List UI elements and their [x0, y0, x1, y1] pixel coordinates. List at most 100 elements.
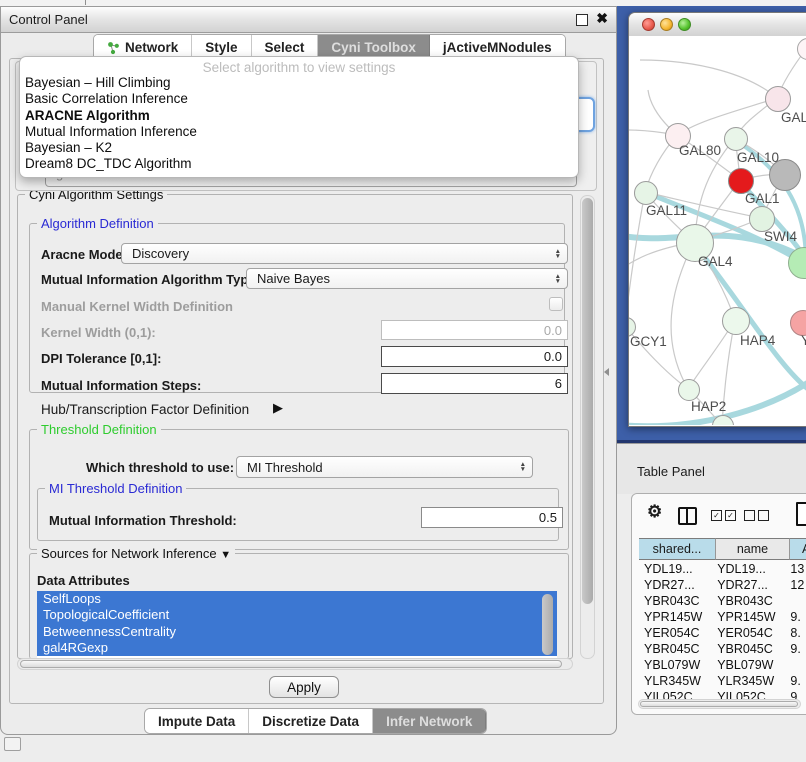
node-label: GCY1 — [630, 334, 667, 349]
mi-threshold-label: Mutual Information Threshold: — [49, 513, 237, 528]
mi-threshold-title: MI Threshold Definition — [45, 482, 186, 495]
node-label: GAL4 — [698, 254, 733, 269]
network-view-window: GALGAL80GAL10GAL1GAL11SWI4GAL4GCY1HAP4YH… — [628, 12, 806, 427]
table-body: YDL19...YDL19...13YDR27...YDR27...12YBR0… — [639, 561, 806, 705]
node-label: GAL80 — [679, 143, 721, 158]
which-threshold-value: MI Threshold — [247, 460, 323, 475]
manual-kernel-checkbox[interactable] — [549, 297, 563, 311]
table-row[interactable]: YBR045CYBR045C9. — [639, 641, 806, 657]
apply-button-label: Apply — [287, 680, 321, 695]
control-panel-titlebar[interactable]: Control Panel ✖ — [1, 7, 616, 33]
mi-threshold-input[interactable]: 0.5 — [421, 507, 563, 528]
tab-label: Select — [265, 40, 305, 55]
document-icon[interactable] — [796, 502, 806, 526]
sources-group-title: Sources for Network Inference ▼ — [37, 547, 235, 562]
zoom-button[interactable] — [678, 18, 691, 31]
float-window-icon[interactable] — [576, 14, 588, 26]
attribute-item[interactable]: SelfLoops — [37, 591, 557, 607]
splitpane-arrow-icon[interactable] — [604, 368, 609, 376]
collapse-arrow-icon[interactable]: ▼ — [220, 549, 231, 561]
node-label: SWI4 — [764, 229, 797, 244]
table-panel-title: Table Panel — [637, 464, 705, 479]
algorithm-option[interactable]: Bayesian – Hill Climbing — [20, 75, 578, 91]
mi-steps-label: Mutual Information Steps: — [41, 378, 201, 393]
network-canvas[interactable]: GALGAL80GAL10GAL1GAL11SWI4GAL4GCY1HAP4YH… — [629, 36, 806, 425]
attribute-item[interactable]: TopologicalCoefficient — [37, 607, 557, 623]
mi-steps-input[interactable]: 6 — [381, 373, 568, 394]
table-cell: YLR345W — [712, 674, 785, 688]
tab-impute-data[interactable]: Impute Data — [145, 709, 249, 733]
manual-kernel-label: Manual Kernel Width Definition — [41, 299, 233, 314]
expand-arrow-icon[interactable]: ▶ — [273, 400, 283, 416]
table-row[interactable]: YPR145WYPR145W9. — [639, 609, 806, 625]
table-row[interactable]: YDL19...YDL19...13 — [639, 561, 806, 577]
algorithm-definition-title: Algorithm Definition — [37, 217, 158, 230]
table-cell: YER054C — [639, 626, 712, 640]
tab-label: Discretize Data — [262, 714, 359, 729]
table-row[interactable]: YLR345WYLR345W9. — [639, 673, 806, 689]
node-label: GAL11 — [646, 203, 687, 218]
table-hscrollbar-thumb[interactable] — [640, 701, 798, 707]
dpi-tolerance-input[interactable]: 0.0 — [381, 346, 568, 367]
node-hap4[interactable] — [722, 307, 750, 335]
algorithm-option[interactable]: Basic Correlation Inference — [20, 91, 578, 107]
algorithm-option[interactable]: Dream8 DC_TDC Algorithm — [20, 156, 578, 172]
tab-discretize-data[interactable]: Discretize Data — [249, 709, 373, 733]
table-header: shared... name A — [639, 538, 806, 560]
table-cell: YPR145W — [712, 610, 785, 624]
column-header-partial[interactable]: A — [790, 538, 806, 560]
minimize-button[interactable] — [660, 18, 673, 31]
network-window-titlebar[interactable] — [629, 13, 806, 37]
settings-hscrollbar-thumb[interactable] — [20, 660, 562, 668]
table-row[interactable]: YBL079WYBL079W — [639, 657, 806, 673]
table-hscrollbar-track[interactable] — [638, 699, 801, 709]
node-label: HAP2 — [691, 399, 726, 414]
close-icon[interactable]: ✖ — [596, 10, 608, 27]
node-gal11[interactable] — [634, 181, 658, 205]
table-panel-strip: Table Panel — [617, 443, 806, 494]
table-row[interactable]: YBR043CYBR043C — [639, 593, 806, 609]
window-title: Control Panel — [9, 12, 88, 27]
network-icon — [107, 41, 120, 55]
aracne-mode-combo[interactable]: Discovery ▲▼ — [121, 243, 568, 264]
node-pink[interactable] — [765, 86, 791, 112]
table-row[interactable]: YER054CYER054C8. — [639, 625, 806, 641]
which-threshold-combo[interactable]: MI Threshold ▲▼ — [236, 456, 533, 478]
table-row[interactable]: YDR27...YDR27...12 — [639, 577, 806, 593]
settings-vscrollbar-thumb[interactable] — [582, 198, 593, 604]
cyni-bottom-tabs: Impute Data Discretize Data Infer Networ… — [144, 708, 487, 734]
settings-hscrollbar-track[interactable] — [17, 658, 573, 670]
gear-icon[interactable]: ⚙ — [647, 502, 662, 522]
mi-type-value: Naive Bayes — [257, 271, 330, 286]
column-header-shared-name[interactable]: shared... — [639, 538, 716, 560]
apply-button[interactable]: Apply — [269, 676, 339, 698]
checked-boxes-icon[interactable]: ✓ ✓ — [711, 510, 736, 521]
hub-definition-label[interactable]: Hub/Transcription Factor Definition — [41, 402, 249, 417]
table-cell: 9. — [785, 610, 806, 624]
spinner-arrows-icon: ▲▼ — [555, 274, 561, 284]
table-panel-window: ⚙ ✓ ✓ shared... name A YDL19...YDL19...1… — [631, 493, 806, 715]
split-view-icon[interactable] — [678, 507, 697, 525]
attributes-scrollbar[interactable] — [542, 594, 553, 655]
settings-vscrollbar-track[interactable] — [580, 195, 595, 659]
node-gal10[interactable] — [724, 127, 748, 151]
which-threshold-label: Which threshold to use: — [86, 460, 234, 475]
algorithm-option[interactable]: ARACNE Algorithm — [20, 108, 578, 124]
attribute-item[interactable]: gal4RGexp — [37, 640, 557, 656]
tab-infer-network[interactable]: Infer Network — [373, 709, 486, 733]
minimized-panel-icon[interactable] — [4, 737, 21, 751]
aracne-mode-label: Aracne Mode: — [41, 247, 127, 262]
algorithm-option[interactable]: Mutual Information Inference — [20, 124, 578, 140]
unchecked-boxes-icon[interactable] — [744, 510, 769, 521]
close-button[interactable] — [642, 18, 655, 31]
algorithm-option[interactable]: Bayesian – K2 — [20, 140, 578, 156]
column-header-name[interactable]: name — [716, 538, 790, 560]
tab-label: jActiveMNodules — [443, 40, 552, 55]
attribute-item[interactable]: BetweennessCentrality — [37, 624, 557, 640]
kernel-width-input[interactable]: 0.0 — [381, 320, 568, 340]
dpi-tolerance-label: DPI Tolerance [0,1]: — [41, 351, 161, 366]
node-hap2[interactable] — [678, 379, 700, 401]
mi-type-combo[interactable]: Naive Bayes ▲▼ — [246, 268, 568, 289]
table-cell: 9. — [785, 642, 806, 656]
algorithm-popup-list: Bayesian – Hill ClimbingBasic Correlatio… — [20, 75, 578, 173]
